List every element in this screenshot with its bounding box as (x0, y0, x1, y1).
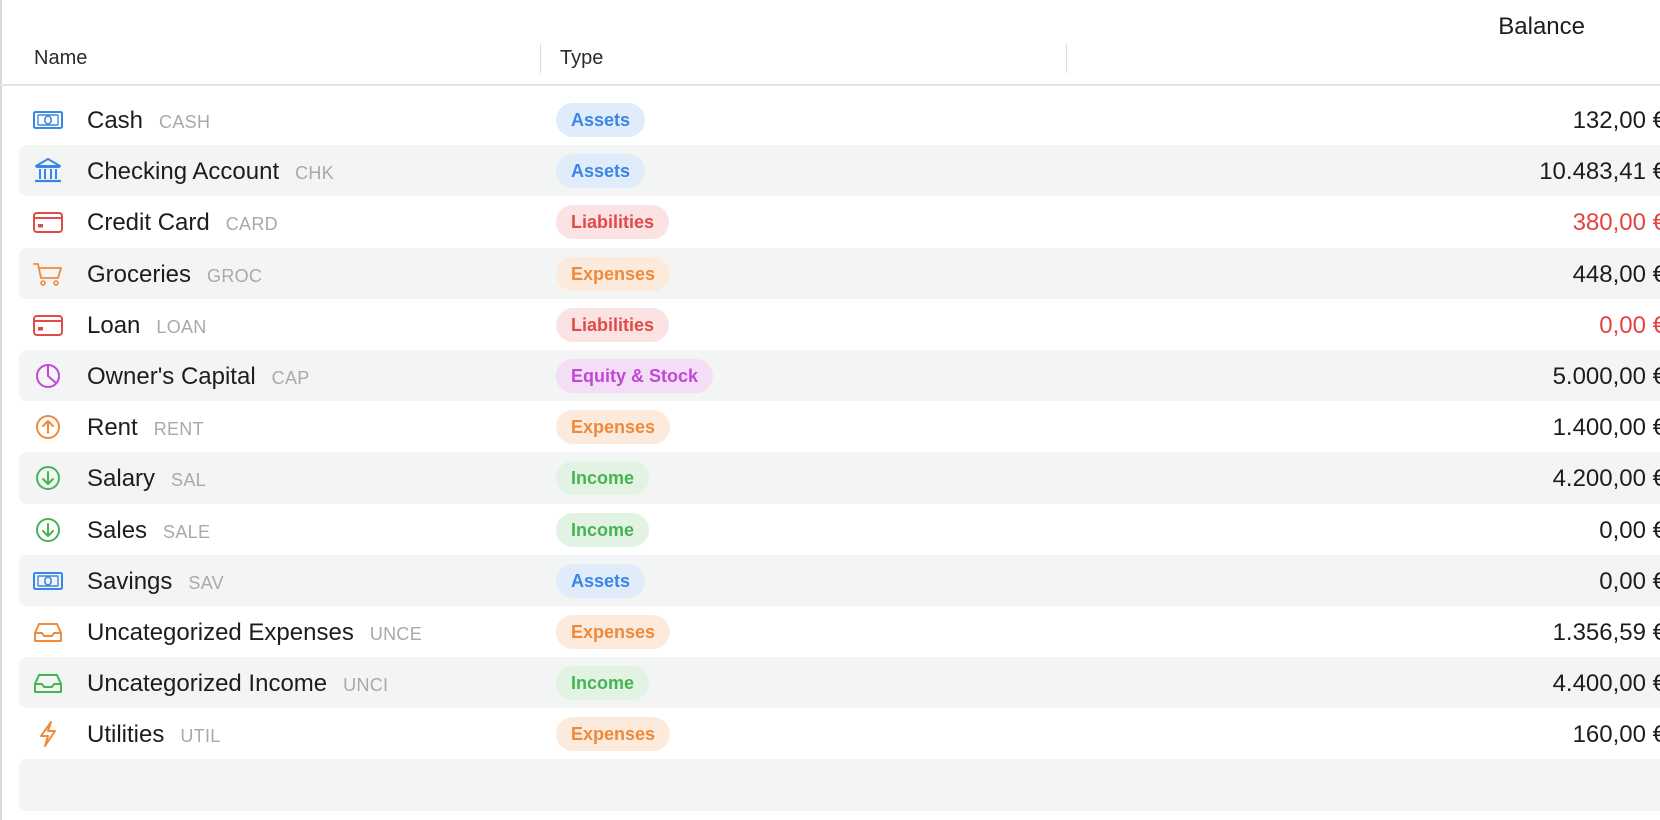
account-code: UNCI (343, 675, 389, 696)
account-balance: 4.400,00 € (1552, 670, 1660, 698)
balance-cell: 0,00 € (1019, 555, 1660, 606)
column-header-balance[interactable]: Balance (1086, 13, 1585, 41)
balance-cell: 380,00 € (1019, 196, 1660, 247)
account-code: SALE (163, 521, 211, 542)
account-name: Loan LOAN (87, 311, 207, 339)
table-row[interactable]: Savings SAV Assets 0,00 € (19, 554, 1660, 606)
table-row[interactable]: Utilities UTIL Expenses 160,00 € (19, 708, 1660, 759)
table-row[interactable] (19, 759, 1660, 811)
account-name: Checking Account CHK (87, 158, 335, 186)
account-balance: 0,00 € (1599, 311, 1660, 339)
credit-card-icon (32, 208, 64, 236)
arrow-down-circle-icon (32, 516, 64, 544)
table-header: Name Type Balance (0, 0, 1660, 86)
column-header-type[interactable]: Type (560, 47, 603, 70)
account-type-badge: Assets (556, 103, 646, 137)
account-type-badge: Expenses (556, 256, 671, 291)
banknote-icon (32, 567, 64, 595)
table-row[interactable]: Salary SAL Income 4.200,00 € (19, 452, 1660, 504)
account-code: SAV (188, 572, 224, 593)
table-row[interactable]: Credit Card CARD Liabilities 380,00 € (19, 196, 1660, 247)
account-type-badge: Liabilities (556, 307, 670, 342)
account-code: UNCE (369, 623, 423, 644)
table-row[interactable]: Groceries GROC Expenses 448,00 € (19, 247, 1660, 299)
table-row[interactable]: Checking Account CHK Assets 10.483,41 € (19, 145, 1660, 197)
account-name: Cash CASH (87, 107, 211, 134)
account-code: GROC (207, 265, 263, 286)
balance-cell: 1.356,59 € (1019, 606, 1660, 657)
account-name: Savings SAV (87, 567, 224, 595)
account-balance: 5.000,00 € (1552, 362, 1660, 390)
account-name: Sales SALE (87, 516, 211, 544)
account-type-badge: Liabilities (556, 205, 670, 240)
column-separator[interactable] (1066, 44, 1067, 73)
table-row[interactable]: Loan LOAN Liabilities 0,00 € (19, 299, 1660, 350)
account-type-badge: Assets (556, 563, 646, 598)
column-header-name[interactable]: Name (34, 47, 87, 70)
account-balance: 448,00 € (1572, 260, 1660, 288)
account-type-badge: Income (556, 512, 650, 547)
arrow-up-circle-icon (32, 413, 64, 441)
balance-cell: 0,00 € (1019, 299, 1660, 350)
account-balance: 132,00 € (1572, 107, 1660, 134)
arrow-down-circle-icon (32, 464, 64, 492)
account-name: Utilities UTIL (87, 721, 221, 749)
balance-cell: 132,00 € (1019, 94, 1660, 145)
balance-cell: 160,00 € (1019, 708, 1660, 759)
balance-cell: 4.200,00 € (1019, 452, 1660, 503)
account-balance: 4.200,00 € (1552, 465, 1660, 493)
account-balance: 0,00 € (1599, 567, 1660, 595)
table-row[interactable]: Sales SALE Income 0,00 € (19, 504, 1660, 555)
account-type-badge: Assets (556, 154, 646, 189)
table-row[interactable]: Cash CASH Assets 132,00 € (19, 94, 1660, 145)
account-code: RENT (153, 419, 204, 440)
account-code: LOAN (156, 316, 207, 337)
tray-icon (32, 669, 64, 697)
account-name: Salary SAL (87, 465, 206, 493)
account-code: CHK (295, 163, 335, 184)
balance-cell: 1.400,00 € (1019, 401, 1660, 452)
account-code: CASH (159, 112, 211, 132)
accounts-table-body: Cash CASH Assets 132,00 € Checking Accoun… (0, 94, 1660, 811)
account-name: Groceries GROC (87, 260, 263, 288)
account-type-badge: Expenses (556, 717, 671, 752)
bolt-icon (32, 720, 64, 748)
cart-icon (32, 260, 64, 288)
account-type-badge: Income (556, 461, 650, 496)
balance-cell: 10.483,41 € (1019, 145, 1660, 196)
account-code: SAL (171, 470, 206, 491)
table-row[interactable]: Rent RENT Expenses 1.400,00 € (19, 401, 1660, 452)
balance-cell: 4.400,00 € (1019, 657, 1660, 708)
account-type-badge: Expenses (556, 410, 671, 445)
account-name: Uncategorized Expenses UNCE (87, 618, 423, 646)
account-balance: 380,00 € (1572, 209, 1660, 237)
account-balance: 160,00 € (1572, 721, 1660, 749)
tray-icon (32, 618, 64, 646)
bank-icon (32, 157, 64, 185)
account-code: CARD (225, 214, 278, 235)
account-name: Rent RENT (87, 414, 204, 442)
account-balance: 1.400,00 € (1552, 414, 1660, 442)
pie-chart-icon (32, 362, 64, 390)
column-separator[interactable] (540, 44, 541, 73)
account-balance: 10.483,41 € (1539, 158, 1660, 186)
table-row[interactable]: Uncategorized Income UNCI Income 4.400,00… (19, 657, 1660, 709)
account-type-badge: Income (556, 666, 650, 701)
account-code: UTIL (180, 726, 221, 747)
account-name: Uncategorized Income UNCI (87, 670, 389, 698)
account-type-badge: Expenses (556, 614, 671, 649)
account-code: CAP (271, 367, 310, 388)
balance-cell: 5.000,00 € (1019, 350, 1660, 401)
table-row[interactable]: Uncategorized Expenses UNCE Expenses 1.35… (19, 606, 1660, 657)
banknote-icon (32, 106, 64, 134)
balance-cell: 0,00 € (1019, 504, 1660, 555)
account-name: Credit Card CARD (87, 209, 278, 237)
table-row[interactable]: Owner's Capital CAP Equity & Stock 5.000,… (19, 349, 1660, 402)
balance-cell: 448,00 € (1019, 248, 1660, 299)
account-name: Owner's Capital CAP (87, 362, 310, 390)
credit-card-icon (32, 311, 64, 339)
account-type-badge: Equity & Stock (556, 358, 714, 393)
account-balance: 1.356,59 € (1552, 618, 1660, 646)
account-balance: 0,00 € (1599, 516, 1660, 544)
